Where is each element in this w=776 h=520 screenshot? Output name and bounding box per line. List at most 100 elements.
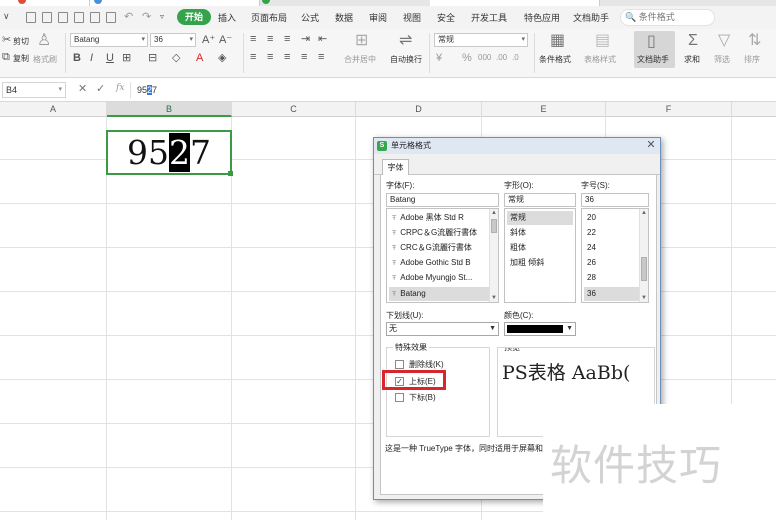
number-format-select[interactable]: 常规 ▾ [434,33,528,47]
color-select[interactable]: ▼ [504,322,576,336]
redo-icon[interactable]: ↷ [142,11,151,23]
conditional-format-button[interactable]: 条件格式 [539,54,571,65]
merge-icon[interactable]: ⊟ [148,52,157,64]
font-size-input[interactable]: 36 [581,193,649,207]
formula-input[interactable]: 9527 [130,82,770,98]
cancel-edit-icon[interactable]: ✕ [78,82,87,95]
sum-button[interactable]: 求和 [684,54,700,65]
open-file-icon[interactable] [42,12,52,23]
new-file-icon[interactable] [26,12,36,23]
percent-icon[interactable]: % [462,52,472,64]
save-icon[interactable] [58,12,68,23]
font-style-input[interactable]: 常规 [504,193,576,207]
column-header-d[interactable]: D [356,102,482,117]
name-box[interactable]: B4 ▾ [2,82,66,98]
decrease-decimal-icon[interactable]: .0 [512,52,519,64]
menu-home[interactable]: 开始 [177,9,212,25]
conditional-format-icon[interactable]: ▦ [550,32,565,50]
style-list-item-selected[interactable]: 常规 [507,211,573,225]
size-list-item[interactable]: 28 [584,271,639,285]
column-header-f[interactable]: F [606,102,732,117]
column-header-a[interactable]: A [0,102,107,117]
font-list-item[interactable]: Ŧ Adobe 黑体 Std R [389,211,489,225]
copy-button[interactable]: 复制 [13,53,29,64]
bold-icon[interactable]: B [73,52,81,64]
fill-color-icon[interactable]: ◇ [172,52,180,64]
increase-decimal-icon[interactable]: .00 [496,52,507,64]
format-painter-icon[interactable]: ♙ [37,32,51,50]
size-list-item[interactable]: 24 [584,241,639,255]
subscript-checkbox[interactable]: 下标(B) [395,392,436,404]
style-list-item[interactable]: 斜体 [507,226,573,240]
size-list-item-selected[interactable]: 36 [584,287,639,301]
scroll-thumb[interactable] [641,257,647,281]
size-list-item[interactable]: 26 [584,256,639,270]
align-middle-icon[interactable]: ≡ [267,33,273,45]
style-list-item[interactable]: 加粗 倾斜 [507,256,573,270]
format-painter-button[interactable]: 格式刷 [33,54,57,65]
font-size-listbox[interactable]: 20 22 24 26 28 36 ▲ ▼ [581,208,649,303]
cut-button[interactable]: 剪切 [13,36,29,47]
menu-formulas[interactable]: 公式 [301,11,319,24]
italic-icon[interactable]: I [90,52,93,64]
underline-icon[interactable]: U [106,52,114,64]
scroll-up-icon[interactable]: ▲ [490,210,498,216]
font-style-listbox[interactable]: 常规 斜体 粗体 加粗 倾斜 [504,208,576,303]
copy-icon[interactable]: ⧉ [2,51,10,63]
merge-center-button[interactable]: 合并居中 [344,54,376,65]
export-icon[interactable] [106,12,116,23]
font-name-input[interactable]: Batang [386,193,499,207]
align-right-icon[interactable]: ≡ [284,51,290,63]
sort-icon[interactable]: ⇅ [748,32,761,50]
font-list-item[interactable]: Ŧ Adobe Myungjo St... [389,271,489,285]
tab-font[interactable]: 字体 [382,159,409,176]
scroll-down-icon[interactable]: ▼ [640,295,648,301]
font-list-item[interactable]: Ŧ Adobe Gothic Std B [389,256,489,270]
align-top-icon[interactable]: ≡ [250,33,256,45]
menu-security[interactable]: 安全 [437,11,455,24]
quick-access-dropdown-icon[interactable]: ▿ [160,11,164,23]
size-list-scrollbar[interactable]: ▲ ▼ [639,209,648,302]
style-list-item[interactable]: 粗体 [507,241,573,255]
font-listbox[interactable]: Ŧ Adobe 黑体 Std R Ŧ CRPC＆G流麗行書体 Ŧ CRC＆G流麗行書体… [386,208,499,303]
increase-font-icon[interactable]: A⁺ [202,34,215,46]
table-style-button[interactable]: 表格样式 [584,54,616,65]
confirm-edit-icon[interactable]: ✓ [96,82,105,95]
print-icon[interactable] [74,12,84,23]
scroll-thumb[interactable] [491,219,497,233]
sum-icon[interactable]: Σ [688,32,698,50]
font-list-item[interactable]: Ŧ CRPC＆G流麗行書体 [389,226,489,240]
cut-icon[interactable]: ✂ [2,34,11,46]
column-header-e[interactable]: E [482,102,606,117]
menu-data[interactable]: 数据 [335,11,353,24]
currency-icon[interactable]: ¥ [436,52,442,64]
font-list-item[interactable]: Ŧ CRC＆G流麗行書体 [389,241,489,255]
cell-b4[interactable]: 9527 [106,130,233,176]
decrease-font-icon[interactable]: A⁻ [219,34,232,46]
borders-icon[interactable]: ⊞ [122,52,131,64]
sort-button[interactable]: 排序 [744,54,760,65]
table-style-icon[interactable]: ▤ [595,32,610,50]
align-left-icon[interactable]: ≡ [250,51,256,63]
insert-function-icon[interactable]: fx [116,83,124,93]
menu-special-apps[interactable]: 特色应用 [524,11,560,24]
thousands-icon[interactable]: 000 [478,52,491,64]
font-color-icon[interactable]: A [196,52,203,64]
filter-icon[interactable]: ▽ [718,32,730,50]
wrap-text-button[interactable]: 自动换行 [390,54,422,65]
menu-developer[interactable]: 开发工具 [471,11,507,24]
justify-icon[interactable]: ≡ [301,51,307,63]
menu-chevron-icon[interactable]: ∨ [3,11,10,22]
outdent-icon[interactable]: ⇤ [318,33,327,45]
dialog-title-bar[interactable]: S 单元格格式 ✕ [374,138,660,154]
command-search-input[interactable]: 🔍 条件格式 [620,9,715,26]
merge-center-icon[interactable]: ⊞ [355,32,368,50]
menu-review[interactable]: 审阅 [369,11,387,24]
print-preview-icon[interactable] [90,12,100,23]
undo-icon[interactable]: ↶ [124,11,133,23]
scroll-up-icon[interactable]: ▲ [640,210,648,216]
font-size-select[interactable]: 36 ▾ [150,33,196,47]
distributed-icon[interactable]: ≡ [318,51,324,63]
column-header-c[interactable]: C [232,102,356,117]
doc-helper-button[interactable]: ▯ 文档助手 [634,31,675,68]
